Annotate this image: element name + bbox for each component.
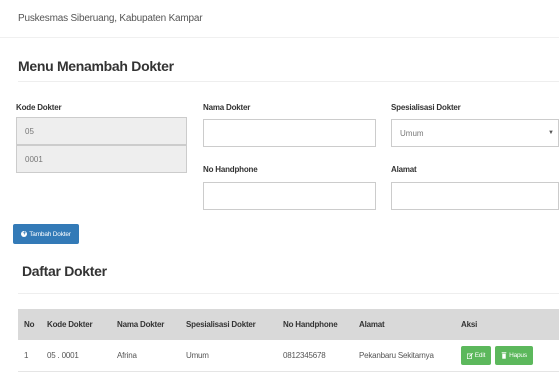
kode-prefix-field: 05 bbox=[16, 117, 187, 145]
spesialisasi-label: Spesialisasi Dokter bbox=[391, 103, 461, 112]
hapus-button[interactable]: Hapus bbox=[495, 345, 533, 365]
cell-nama: Afrina bbox=[117, 350, 137, 360]
alamat-label: Alamat bbox=[391, 165, 417, 174]
tambah-dokter-button[interactable]: + Tambah Dokter bbox=[13, 224, 79, 244]
page-title: Menu Menambah Dokter bbox=[18, 58, 174, 74]
column-header-kode: Kode Dokter bbox=[47, 320, 93, 329]
cell-kode: 05 . 0001 bbox=[47, 350, 79, 360]
list-title: Daftar Dokter bbox=[22, 263, 107, 279]
edit-label: Edit bbox=[474, 352, 486, 359]
cell-handphone: 0812345678 bbox=[283, 350, 326, 360]
no-handphone-label: No Handphone bbox=[203, 165, 258, 174]
column-header-aksi: Aksi bbox=[461, 320, 478, 329]
column-header-no: No bbox=[24, 320, 35, 329]
dokter-table: No Kode Dokter Nama Dokter Spesialisasi … bbox=[18, 309, 559, 372]
spesialisasi-selected: Umum bbox=[400, 128, 424, 138]
nama-dokter-input[interactable] bbox=[203, 119, 376, 147]
trash-icon bbox=[501, 351, 507, 359]
list-divider bbox=[18, 293, 559, 294]
kode-dokter-label: Kode Dokter bbox=[16, 103, 62, 112]
column-header-handphone: No Handphone bbox=[283, 320, 338, 329]
chevron-down-icon: ▼ bbox=[548, 130, 554, 136]
breadcrumb: Puskesmas Siberuang, Kabupaten Kampar bbox=[18, 13, 203, 24]
table-header-row: No Kode Dokter Nama Dokter Spesialisasi … bbox=[18, 309, 559, 340]
kode-number-value: 0001 bbox=[25, 154, 43, 164]
plus-circle-icon: + bbox=[21, 231, 28, 237]
nama-dokter-label: Nama Dokter bbox=[203, 103, 251, 112]
hapus-label: Hapus bbox=[509, 351, 527, 359]
alamat-input[interactable] bbox=[391, 182, 559, 210]
column-header-nama: Nama Dokter bbox=[117, 320, 165, 329]
cell-alamat: Pekanbaru Sekitarnya bbox=[359, 350, 434, 360]
edit-button[interactable]: Edit bbox=[461, 346, 491, 365]
cell-aksi: Edit Hapus bbox=[455, 340, 559, 371]
column-header-alamat: Alamat bbox=[359, 320, 385, 329]
no-handphone-input[interactable] bbox=[203, 182, 376, 210]
cell-spesialisasi: Umum bbox=[186, 350, 209, 360]
edit-icon bbox=[466, 352, 473, 359]
title-divider bbox=[18, 81, 559, 82]
column-header-spesialisasi: Spesialisasi Dokter bbox=[186, 320, 256, 329]
cell-no: 1 bbox=[24, 350, 29, 360]
spesialisasi-select[interactable]: Umum ▼ bbox=[391, 119, 559, 147]
tambah-dokter-label: Tambah Dokter bbox=[29, 230, 71, 238]
top-bar: Puskesmas Siberuang, Kabupaten Kampar bbox=[0, 0, 559, 38]
kode-number-field: 0001 bbox=[16, 145, 187, 173]
table-row: 1 05 . 0001 Afrina Umum 0812345678 Pekan… bbox=[18, 340, 559, 371]
kode-prefix-value: 05 bbox=[25, 126, 34, 136]
